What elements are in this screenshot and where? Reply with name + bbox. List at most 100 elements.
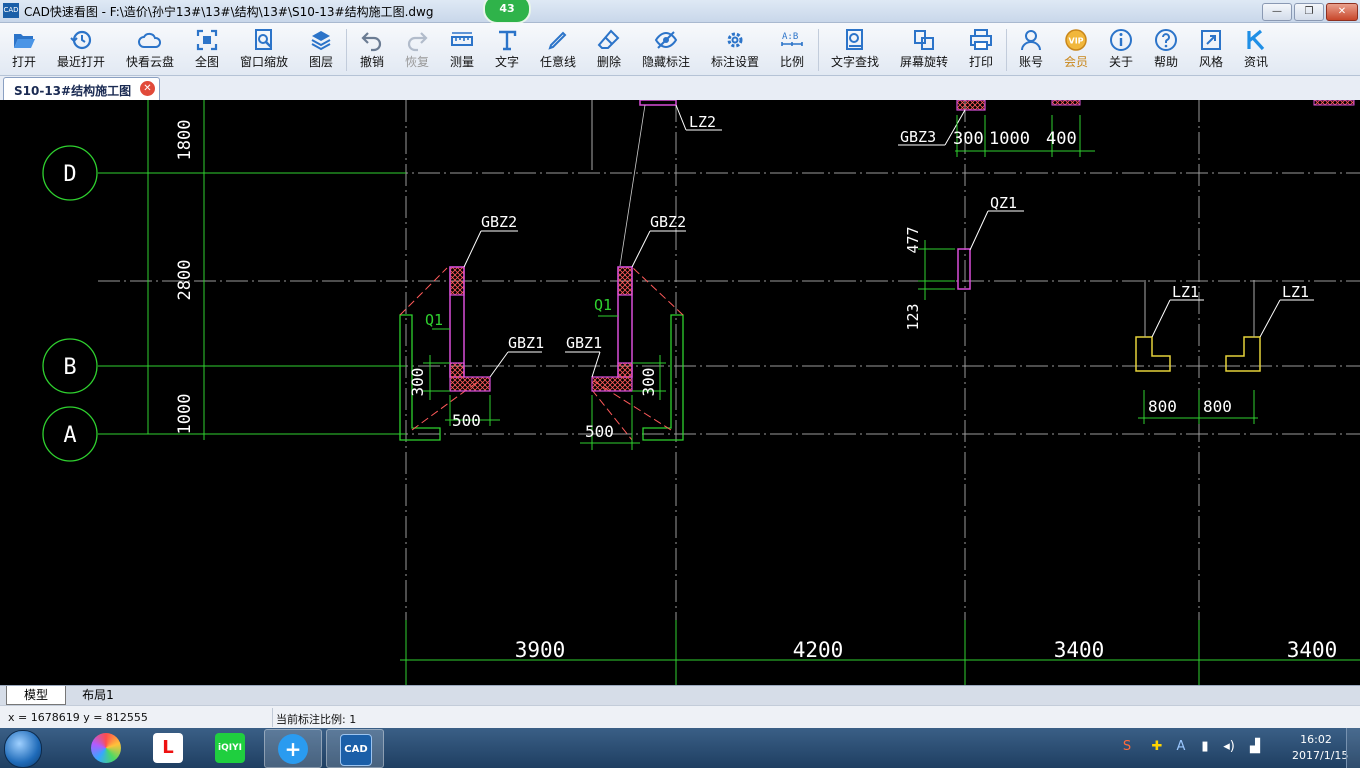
cad-icon: CAD — [340, 734, 372, 766]
start-button[interactable] — [4, 730, 42, 768]
freeline-button[interactable]: 任意线 — [534, 25, 582, 73]
dim-2800: 2800 — [175, 260, 195, 301]
taskbar-app-letv[interactable]: L — [140, 729, 196, 766]
volume-icon[interactable]: ◂) — [1220, 738, 1238, 756]
sogou-input-icon[interactable]: S — [1118, 738, 1136, 756]
dim-3400-b: 3400 — [1287, 638, 1338, 662]
text-search-button[interactable]: 文字查找 — [826, 25, 884, 73]
dim-3400-a: 3400 — [1054, 638, 1105, 662]
history-icon — [70, 30, 92, 50]
taskbar-app-photos[interactable] — [78, 729, 134, 766]
cloud-button[interactable]: 快看云盘 — [120, 25, 180, 73]
gbz-column-far-right — [1313, 100, 1355, 106]
qz1-column — [957, 248, 971, 290]
qz1-dimension — [918, 240, 955, 300]
gbz3-column-right — [1051, 100, 1081, 106]
window-title: CAD快速看图 - F:\造价\孙宁13#\13#\结构\13#\S10-13#… — [24, 5, 434, 19]
network-icon[interactable]: ▟ — [1246, 738, 1264, 756]
layers-icon — [311, 31, 331, 51]
ruler-icon — [451, 32, 473, 46]
delete-button[interactable]: 删除 — [590, 25, 628, 73]
dim-300-left: 300 — [408, 368, 427, 397]
dim-settings-button[interactable]: 标注设置 — [706, 25, 764, 73]
info-icon — [1110, 29, 1132, 51]
dim-1800: 1800 — [175, 120, 195, 161]
security-tray-icon[interactable]: ✚ — [1148, 738, 1166, 756]
help-icon — [1155, 29, 1177, 51]
close-tab-icon[interactable]: ✕ — [140, 81, 155, 96]
shield-tray-icon[interactable]: A — [1172, 738, 1190, 756]
document-tab-label: S10-13#结构施工图 — [14, 84, 132, 98]
label-gbz1-right: GBZ1 — [566, 334, 602, 352]
minimize-button[interactable]: — — [1262, 3, 1292, 21]
axis-bubble-b[interactable]: B — [42, 338, 98, 394]
dim-300-top: 300 — [953, 129, 984, 149]
printer-icon — [970, 29, 992, 50]
axis-grid — [98, 100, 1360, 685]
cad-canvas[interactable]: D B A 1800 2800 1000 LZ2 GBZ3 300 1000 4… — [0, 100, 1360, 685]
gbz2-left-leader — [463, 230, 482, 268]
scale-button[interactable]: A:B 比例 — [773, 25, 811, 73]
news-button[interactable]: 资讯 — [1237, 25, 1275, 73]
lz1-right-leader — [1259, 299, 1281, 338]
vip-button[interactable]: VIP 会员 — [1057, 25, 1095, 73]
layers-button[interactable]: 图层 — [302, 25, 340, 73]
window-zoom-button[interactable]: 窗口缩放 — [234, 25, 294, 73]
clock-time: 16:02 — [1300, 733, 1332, 746]
open-button[interactable]: 打开 — [4, 25, 44, 73]
tab-model[interactable]: 模型 — [6, 686, 66, 705]
dim-1000: 1000 — [175, 394, 195, 435]
taskbar-app-iqiyi[interactable]: iQIYI — [202, 729, 258, 766]
taskbar-clock[interactable]: 16:02 2017/1/15 — [1292, 732, 1348, 764]
redo-button[interactable]: 恢复 — [398, 25, 436, 73]
document-tab[interactable]: S10-13#结构施工图 ✕ — [3, 77, 160, 100]
toolbar-separator — [346, 29, 347, 71]
dim-123: 123 — [904, 303, 922, 330]
maximize-button[interactable]: ❐ — [1294, 3, 1324, 21]
lz1-left-leader — [1151, 299, 1171, 338]
search-text-icon — [846, 29, 863, 50]
brand-k-icon — [1247, 29, 1265, 51]
usb-tray-icon[interactable]: ▮ — [1196, 738, 1214, 756]
notification-badge[interactable]: 43 — [483, 0, 531, 24]
dim-800-left: 800 — [1148, 397, 1177, 416]
dim-477: 477 — [904, 226, 922, 253]
axis-bubble-d[interactable]: D — [42, 145, 98, 201]
about-button[interactable]: 关于 — [1102, 25, 1140, 73]
settings-gear-icon — [727, 32, 743, 48]
dim-500-right: 500 — [585, 422, 614, 441]
svg-text:A:B: A:B — [782, 32, 798, 42]
cloud-icon — [138, 32, 162, 48]
fit-screen-icon — [196, 29, 218, 51]
recent-button[interactable]: 最近打开 — [52, 25, 110, 73]
tab-layout1[interactable]: 布局1 — [68, 686, 128, 704]
text-button[interactable]: 文字 — [488, 25, 526, 73]
letv-icon: L — [153, 733, 183, 763]
user-icon — [1021, 30, 1041, 51]
fit-all-button[interactable]: 全图 — [188, 25, 226, 73]
help-button[interactable]: 帮助 — [1147, 25, 1185, 73]
gbz1-right-leader — [591, 351, 601, 378]
dim-400-top: 400 — [1046, 129, 1077, 149]
status-bar: x = 1678619 y = 812555 当前标注比例: 1 — [0, 705, 1360, 729]
undo-button[interactable]: 撤销 — [353, 25, 391, 73]
pinwheel-icon — [91, 733, 121, 763]
dim-1000-top: 1000 — [989, 129, 1030, 149]
style-button[interactable]: 风格 — [1192, 25, 1230, 73]
lz2-column — [639, 100, 677, 106]
axis-bubble-a[interactable]: A — [42, 406, 98, 462]
show-desktop-button[interactable] — [1346, 728, 1360, 768]
close-button[interactable]: ✕ — [1326, 3, 1358, 21]
account-button[interactable]: 账号 — [1012, 25, 1050, 73]
drawing-svg[interactable]: D B A 1800 2800 1000 LZ2 GBZ3 300 1000 4… — [0, 100, 1360, 685]
taskbar-app-cad[interactable]: CAD — [326, 729, 384, 768]
measure-button[interactable]: 测量 — [443, 25, 481, 73]
taskbar-app-assistant[interactable]: + — [264, 729, 322, 768]
eraser-icon — [597, 29, 620, 49]
toolbar: 打开 最近打开 快看云盘 全图 窗口缩放 图层 撤销 恢复 测量 文字 任意线 — [0, 23, 1360, 76]
print-button[interactable]: 打印 — [962, 25, 1000, 73]
dim-500-left: 500 — [452, 411, 481, 430]
rotate-screen-button[interactable]: 屏幕旋转 — [895, 25, 953, 73]
plus-icon: + — [278, 734, 308, 764]
hide-dim-button[interactable]: 隐藏标注 — [638, 25, 694, 73]
